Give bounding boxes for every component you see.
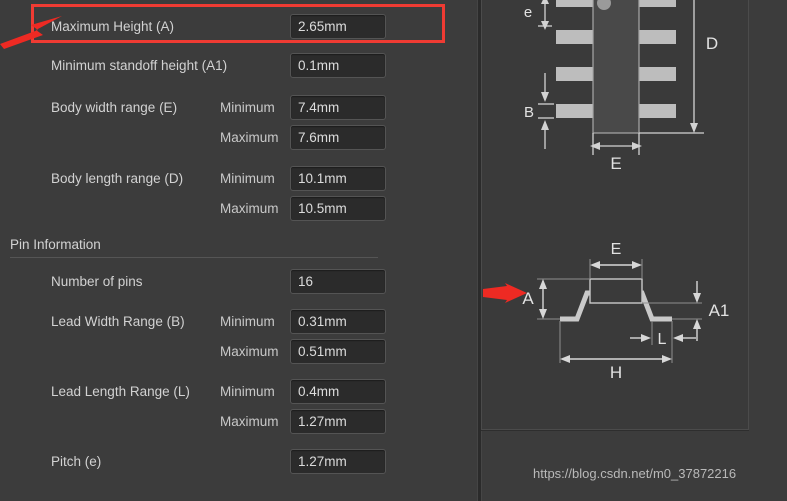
dimension-label-e-side: E (611, 241, 622, 258)
annotation-arrow-icon (0, 16, 62, 49)
sublabel-body-width-range-e-maximum: Maximum (220, 130, 279, 145)
form-row-body-width-range-e-minimum: Body width range (E) Minimum (0, 95, 478, 121)
input-body-length-range-d-minimum[interactable] (290, 166, 386, 191)
annotation-arrow-a-icon (483, 283, 527, 303)
dimension-label-l-lead-length: L (658, 331, 667, 348)
form-row-lead-width-range-b-maximum: Maximum (0, 339, 478, 365)
sublabel-lead-length-range-l-maximum: Maximum (220, 414, 279, 429)
group-header-divider (10, 257, 378, 258)
group-header-pin-information: Pin Information (10, 237, 101, 252)
package-preview-panel: e B D E E A A1 L H (481, 0, 749, 430)
label-minimum-standoff-height-a1: Minimum standoff height (A1) (51, 58, 228, 73)
label-lead-length-range-l: Lead Length Range (L) (51, 384, 190, 399)
sublabel-lead-length-range-l-minimum: Minimum (220, 384, 275, 399)
dimension-label-e-body-width: E (610, 154, 621, 173)
package-dimensions-form: Maximum Height (A) Minimum standoff heig… (0, 0, 478, 501)
dimension-label-a1-standoff: A1 (709, 301, 730, 320)
form-row-lead-length-range-l-minimum: Lead Length Range (L) Minimum (0, 379, 478, 405)
label-body-length-range-d: Body length range (D) (51, 171, 184, 186)
form-row-pitch-e: Pitch (e) (0, 449, 478, 475)
dimension-label-h-span: H (610, 363, 622, 382)
dimension-label-e-pitch: e (524, 4, 532, 21)
sublabel-body-length-range-d-maximum: Maximum (220, 201, 279, 216)
dimension-label-d-body-length: D (706, 34, 718, 53)
package-top-view-diagram: e B D E (524, 0, 718, 173)
input-minimum-standoff-height-a1[interactable] (290, 53, 386, 78)
label-pitch-e: Pitch (e) (51, 454, 102, 469)
form-row-lead-length-range-l-maximum: Maximum (0, 409, 478, 435)
sublabel-lead-width-range-b-minimum: Minimum (220, 314, 275, 329)
sublabel-body-width-range-e-minimum: Minimum (220, 100, 275, 115)
label-lead-width-range-b: Lead Width Range (B) (51, 314, 185, 329)
input-body-width-range-e-minimum[interactable] (290, 95, 386, 120)
input-body-length-range-d-maximum[interactable] (290, 196, 386, 221)
input-lead-width-range-b-minimum[interactable] (290, 309, 386, 334)
package-side-view-diagram: E A A1 L H (522, 241, 730, 382)
input-lead-width-range-b-maximum[interactable] (290, 339, 386, 364)
label-number-of-pins: Number of pins (51, 274, 143, 289)
form-row-maximum-height-a: Maximum Height (A) (0, 14, 478, 40)
input-lead-length-range-l-maximum[interactable] (290, 409, 386, 434)
form-row-minimum-standoff-height-a1: Minimum standoff height (A1) (0, 53, 478, 79)
form-row-body-length-range-d-minimum: Body length range (D) Minimum (0, 166, 478, 192)
label-maximum-height-a: Maximum Height (A) (51, 19, 175, 34)
input-number-of-pins[interactable] (290, 269, 386, 294)
input-body-width-range-e-maximum[interactable] (290, 125, 386, 150)
form-row-lead-width-range-b-minimum: Lead Width Range (B) Minimum (0, 309, 478, 335)
input-maximum-height-a[interactable] (290, 14, 386, 39)
watermark-url: https://blog.csdn.net/m0_37872216 (533, 466, 737, 481)
form-row-number-of-pins: Number of pins (0, 269, 478, 295)
form-row-body-length-range-d-maximum: Maximum (0, 196, 478, 222)
label-body-width-range-e: Body width range (E) (51, 100, 178, 115)
form-row-body-width-range-e-maximum: Maximum (0, 125, 478, 151)
input-pitch-e[interactable] (290, 449, 386, 474)
dimension-label-b-lead-width: B (524, 104, 534, 121)
sublabel-body-length-range-d-minimum: Minimum (220, 171, 275, 186)
sublabel-lead-width-range-b-maximum: Maximum (220, 344, 279, 359)
input-lead-length-range-l-minimum[interactable] (290, 379, 386, 404)
